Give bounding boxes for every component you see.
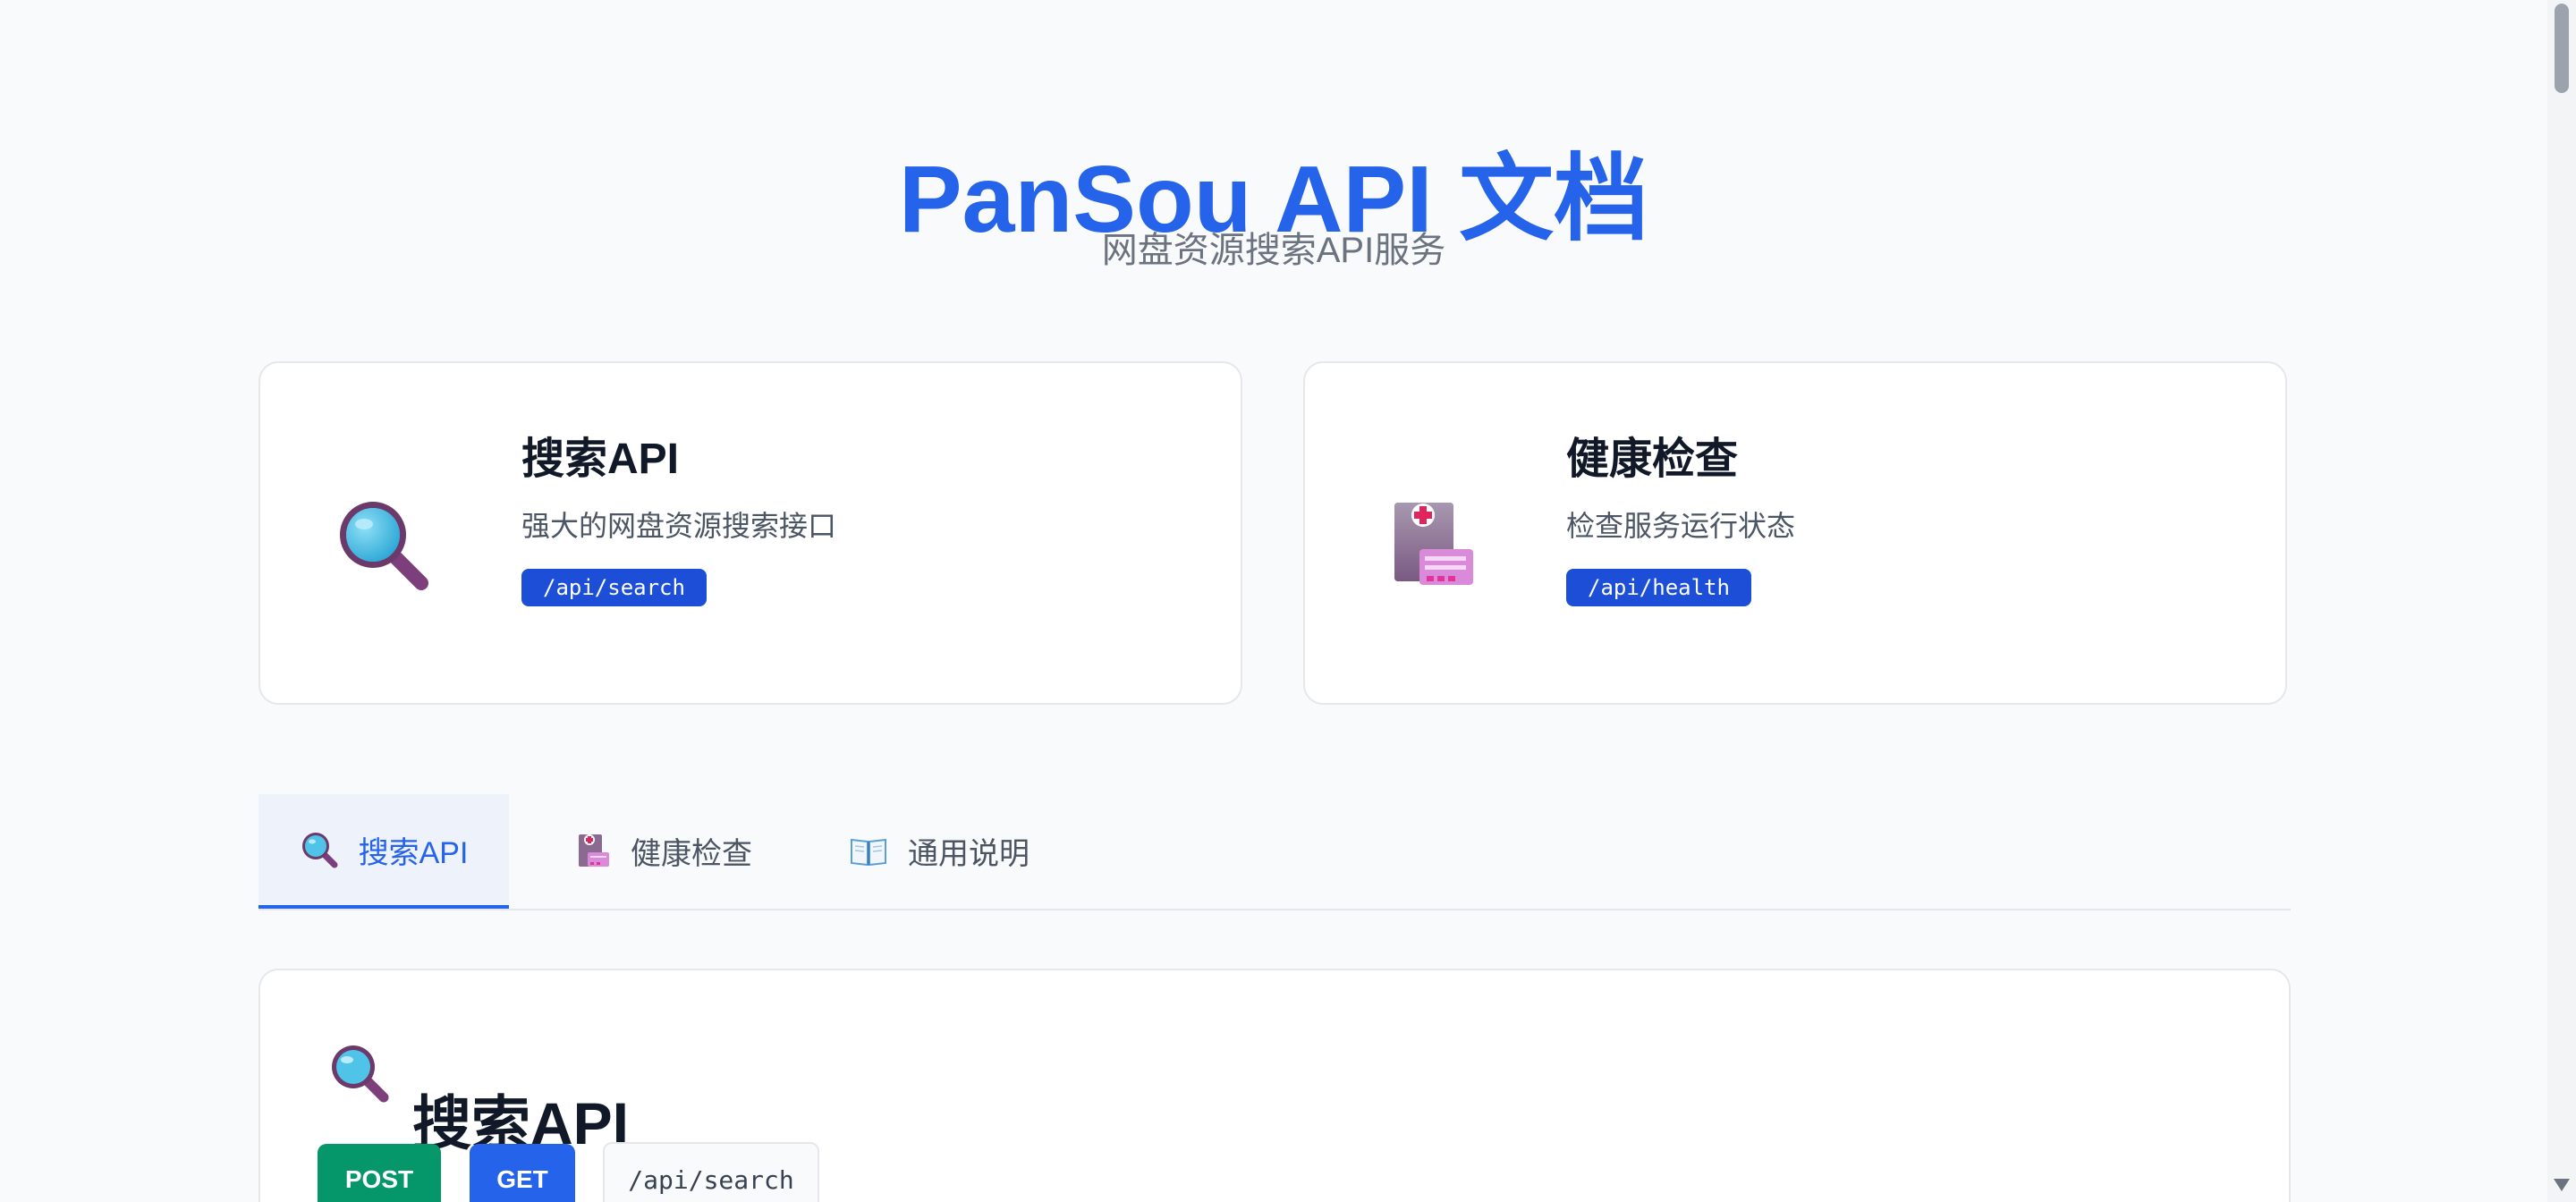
endpoint-badge: /api/health: [1566, 569, 1751, 606]
tab-search-api[interactable]: 搜索API: [258, 794, 509, 909]
health-record-icon: [1394, 503, 1473, 585]
magnifier-icon: [340, 502, 428, 590]
page-subtitle: 网盘资源搜索API服务: [1101, 231, 1446, 270]
tab-label: 搜索API: [358, 835, 469, 870]
method-post-badge: POST: [318, 1144, 441, 1202]
health-record-icon: [579, 834, 609, 867]
card-title: 健康检查: [1566, 436, 1739, 483]
health-check-card[interactable]: 健康检查 检查服务运行状态 /api/health: [1303, 361, 2287, 705]
card-description: 检查服务运行状态: [1566, 510, 1796, 542]
tab-general-notes[interactable]: 通用说明: [849, 794, 1030, 907]
open-book-icon: [851, 838, 886, 867]
card-description: 强大的网盘资源搜索接口: [521, 510, 837, 542]
card-title: 搜索API: [521, 436, 680, 483]
scroll-down-arrow-icon[interactable]: [2554, 1179, 2570, 1191]
magnifier-icon: [332, 1045, 389, 1103]
tab-label: 健康检查: [631, 836, 752, 871]
scrollbar-thumb[interactable]: [2555, 4, 2569, 93]
tab-health-check[interactable]: 健康检查: [572, 794, 752, 907]
tab-bar: 搜索API 健康检查 通用说明: [258, 794, 2291, 910]
endpoint-badge: /api/search: [521, 569, 707, 606]
endpoint-path: /api/search: [603, 1142, 819, 1202]
page: PanSou API 文档 网盘资源搜索API服务 搜索API 强大的网盘资源搜…: [0, 0, 2576, 1202]
search-api-panel: 搜索API POST GET /api/search: [258, 969, 2291, 1202]
search-api-card[interactable]: 搜索API 强大的网盘资源搜索接口 /api/search: [258, 361, 1242, 705]
scrollbar-track[interactable]: [2547, 0, 2576, 1202]
tab-label: 通用说明: [908, 836, 1030, 871]
magnifier-icon: [301, 833, 338, 868]
method-get-badge: GET: [470, 1144, 575, 1202]
